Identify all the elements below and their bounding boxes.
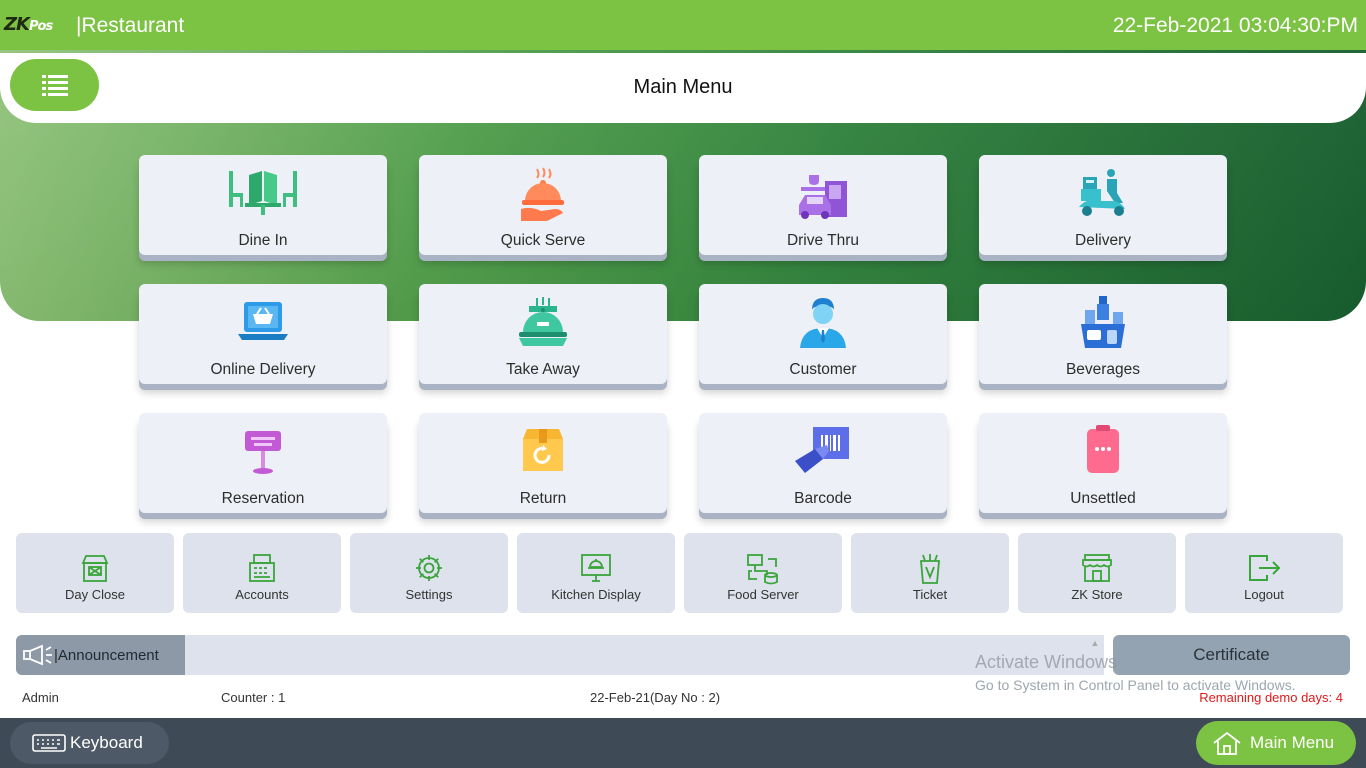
gear-icon <box>416 555 442 581</box>
kitchen-display-button[interactable]: Kitchen Display <box>517 533 675 613</box>
food-server-button[interactable]: Food Server <box>684 533 842 613</box>
tile-label: Delivery <box>1075 232 1131 249</box>
tile-label: Beverages <box>1065 361 1141 378</box>
home-icon <box>1213 731 1241 755</box>
quick-action-label: Logout <box>1244 587 1284 602</box>
logout-button[interactable]: Logout <box>1185 533 1343 613</box>
delivery-scooter-icon <box>1079 169 1125 216</box>
tile-quick-serve[interactable]: Quick Serve <box>419 155 667 255</box>
app-title: |Restaurant <box>76 14 185 37</box>
tile-label: Customer <box>789 361 857 378</box>
keyboard-button[interactable]: Keyboard <box>10 722 169 764</box>
unsettled-bill-icon <box>1087 425 1119 473</box>
kitchen-display-icon <box>581 554 611 582</box>
tile-delivery[interactable]: Delivery <box>979 155 1227 255</box>
megaphone-icon <box>23 644 52 666</box>
tile-beverages[interactable]: Beverages <box>979 284 1227 384</box>
beverages-icon <box>1081 296 1125 348</box>
status-date-day: 22-Feb-21(Day No : 2) <box>590 690 721 705</box>
tile-drive-thru[interactable]: Drive Thru <box>699 155 947 255</box>
accounts-button[interactable]: Accounts <box>183 533 341 613</box>
tile-label: Take Away <box>506 361 580 378</box>
main-menu-label: Main Menu <box>1250 733 1335 752</box>
tile-take-away[interactable]: Take Away <box>419 284 667 384</box>
tile-dine-in[interactable]: Dine In <box>139 155 387 255</box>
ticket-icon <box>920 554 940 584</box>
tile-reservation[interactable]: Reservation <box>139 413 387 513</box>
takeaway-cloche-icon <box>519 297 567 346</box>
drive-thru-icon <box>799 175 847 219</box>
tile-online-delivery[interactable]: Online Delivery <box>139 284 387 384</box>
tile-label: Online Delivery <box>210 361 316 378</box>
day-close-button[interactable]: Day Close <box>16 533 174 613</box>
quick-action-label: Food Server <box>727 587 799 602</box>
reserved-sign-icon <box>245 431 281 474</box>
tile-label: Barcode <box>794 490 852 507</box>
keyboard-label: Keyboard <box>70 733 143 752</box>
tile-label: Dine In <box>238 232 288 249</box>
bottom-bar <box>0 718 1366 768</box>
laptop-basket-icon <box>238 302 288 340</box>
quick-action-label: Accounts <box>235 587 289 602</box>
main-menu-button[interactable]: Main Menu <box>1196 721 1356 765</box>
return-box-icon <box>523 429 563 471</box>
logout-icon <box>1249 555 1281 581</box>
announcement-text: |Announcement <box>54 646 159 664</box>
certificate-button[interactable]: Certificate <box>1113 635 1350 675</box>
activation-watermark-title: Activate Windows <box>975 652 1118 672</box>
tile-unsettled[interactable]: Unsettled <box>979 413 1227 513</box>
status-user: Admin <box>22 690 59 705</box>
demo-days-warning: Remaining demo days: 4 <box>1199 690 1343 705</box>
tile-barcode[interactable]: Barcode <box>699 413 947 513</box>
announcement-bar: |Announcement <box>16 635 1104 675</box>
cash-register-icon <box>249 554 275 582</box>
customer-icon <box>800 298 846 348</box>
tile-label: Unsettled <box>1070 490 1136 507</box>
ticket-button[interactable]: Ticket <box>851 533 1009 613</box>
tile-return[interactable]: Return <box>419 413 667 513</box>
tile-customer[interactable]: Customer <box>699 284 947 384</box>
barcode-scan-icon <box>795 427 849 473</box>
status-counter: Counter : 1 <box>221 690 286 705</box>
store-icon <box>1082 554 1112 582</box>
page-title: Main Menu <box>633 76 733 98</box>
quick-action-label: Ticket <box>912 587 948 602</box>
quick-action-label: Kitchen Display <box>551 587 641 602</box>
quick-action-label: Day Close <box>65 587 125 602</box>
settings-button[interactable]: Settings <box>350 533 508 613</box>
keyboard-icon <box>32 734 66 752</box>
tile-label: Quick Serve <box>500 232 586 249</box>
cloche-hand-icon <box>521 167 564 221</box>
store-closed-icon <box>81 555 109 582</box>
dine-in-icon <box>229 171 297 215</box>
zk-store-button[interactable]: ZK Store <box>1018 533 1176 613</box>
tile-label: Reservation <box>221 490 305 507</box>
tile-label: Return <box>519 490 567 507</box>
datetime-display: 22-Feb-2021 03:04:30:PM <box>1112 14 1358 37</box>
announcement-label: |Announcement <box>16 635 185 675</box>
food-server-icon <box>747 554 778 585</box>
quick-action-label: ZK Store <box>1071 587 1123 602</box>
logo-sub: Pos <box>29 19 53 34</box>
tile-label: Drive Thru <box>786 232 860 249</box>
quick-action-label: Settings <box>405 587 453 602</box>
zkpos-logo: ZKPos <box>4 14 53 35</box>
logo-main: ZK <box>4 14 30 35</box>
